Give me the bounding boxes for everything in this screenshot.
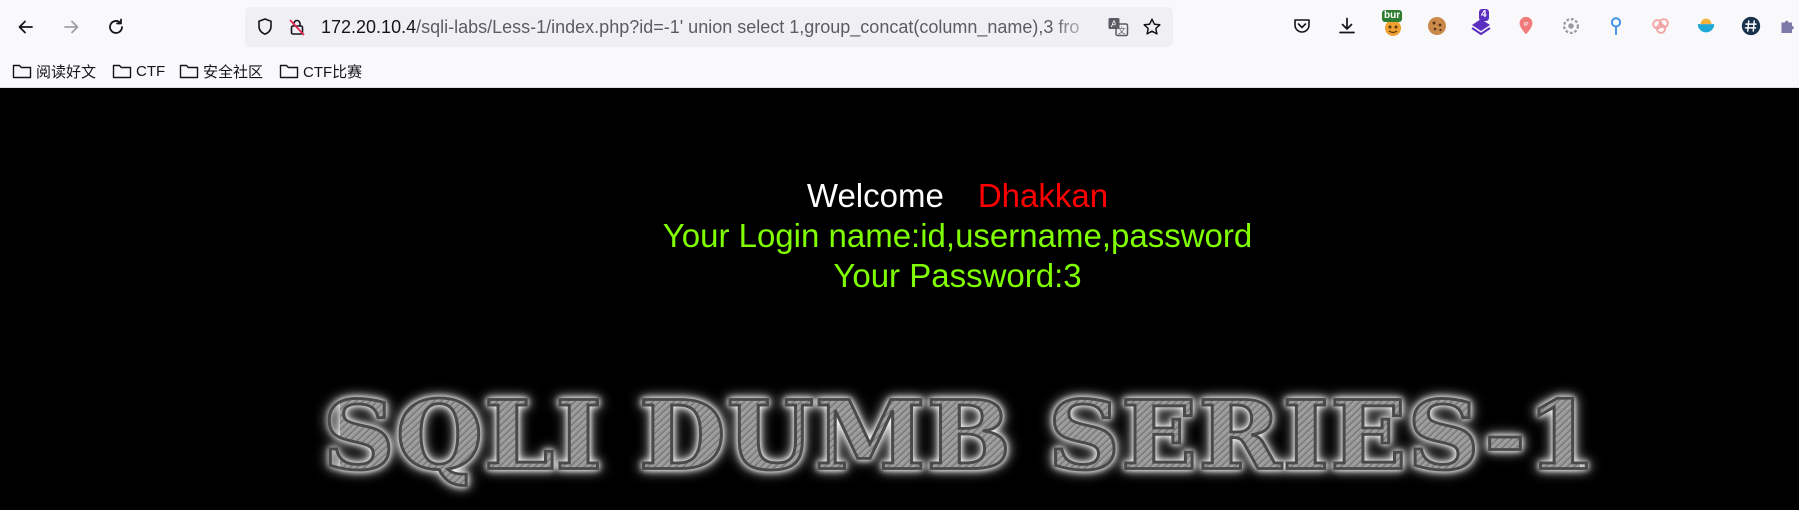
page-content: Welcome Dhakkan Your Login name:id,userna… <box>0 88 1799 510</box>
bookmark-folder[interactable]: CTF <box>112 60 165 82</box>
bookmark-folder[interactable]: CTF比赛 <box>279 60 362 82</box>
translate-icon[interactable]: A文 <box>1107 16 1129 38</box>
burp-extension-button[interactable]: bur <box>1379 10 1407 40</box>
url-path: /sqli-labs/Less-1/index.php?id=-1' union… <box>416 17 1080 37</box>
extension-count-badge: 4 <box>1479 9 1489 21</box>
bookmark-label: 安全社区 <box>203 63 264 81</box>
cookie-extension-button[interactable] <box>1423 12 1451 40</box>
bookmarks-bar: 阅读好文 CTF 安全社区 CTF比赛 <box>0 54 1799 88</box>
arrow-right-icon <box>64 20 79 34</box>
folder-icon <box>112 64 132 79</box>
bowl-icon <box>1697 18 1715 33</box>
bookmark-label: CTF比赛 <box>303 63 363 81</box>
svg-text:IP: IP <box>1524 22 1530 28</box>
gear-icon <box>1562 17 1580 35</box>
pocket-button[interactable] <box>1288 12 1316 40</box>
pin-icon <box>1610 17 1622 36</box>
url-host: 172.20.10.4 <box>321 17 417 37</box>
folder-icon <box>179 64 199 79</box>
bookmark-label: 阅读好文 <box>36 63 97 81</box>
reload-button[interactable] <box>100 11 132 43</box>
back-button[interactable] <box>10 11 42 43</box>
download-icon <box>1339 17 1355 34</box>
reload-icon <box>109 18 123 34</box>
hash-extension-button[interactable] <box>1737 12 1765 40</box>
puzzle-icon <box>1781 20 1794 33</box>
pin-extension-button[interactable] <box>1602 12 1630 40</box>
layers-extension-button[interactable]: 4 <box>1467 9 1495 40</box>
password-result: Your Password:3 <box>833 257 1082 294</box>
hash-icon <box>1741 16 1761 36</box>
map-pin-icon: IP <box>1519 16 1533 35</box>
folder-icon <box>12 64 32 79</box>
overflow-extension-button[interactable] <box>1778 12 1799 40</box>
arrow-left-icon <box>18 20 33 34</box>
ip-extension-button[interactable]: IP <box>1512 12 1540 40</box>
gear-extension-button[interactable] <box>1557 12 1585 40</box>
svg-text:文: 文 <box>1118 26 1126 36</box>
shield-icon[interactable] <box>255 17 275 37</box>
insecure-lock-icon[interactable] <box>287 17 307 37</box>
forward-button[interactable] <box>55 11 87 43</box>
bookmark-label: CTF <box>136 62 166 80</box>
series-banner-logo: SQLI DUMB SERIES-1 <box>321 378 1598 493</box>
folder-icon <box>279 64 299 79</box>
star-icon[interactable] <box>1142 17 1162 37</box>
welcome-text: Welcome <box>806 177 944 214</box>
welcome-line: Welcome Dhakkan <box>58 176 1799 216</box>
address-bar[interactable]: 172.20.10.4/sqli-labs/Less-1/index.php?i… <box>245 7 1173 47</box>
wappalyzer-extension-button[interactable] <box>1692 12 1720 40</box>
burp-badge: bur <box>1382 10 1403 22</box>
bookmark-folder[interactable]: 安全社区 <box>179 60 263 82</box>
bookmark-folder[interactable]: 阅读好文 <box>12 60 96 82</box>
rings-icon <box>1652 18 1669 34</box>
url-text[interactable]: 172.20.10.4/sqli-labs/Less-1/index.php?i… <box>321 15 1099 39</box>
downloads-button[interactable] <box>1333 12 1361 40</box>
pocket-icon <box>1294 19 1310 33</box>
welcome-username: Dhakkan <box>977 177 1109 214</box>
rings-extension-button[interactable] <box>1647 12 1675 40</box>
browser-toolbar: 172.20.10.4/sqli-labs/Less-1/index.php?i… <box>0 0 1799 54</box>
cookie-icon <box>1428 17 1446 35</box>
login-name-result: Your Login name:id,username,password <box>662 217 1253 254</box>
